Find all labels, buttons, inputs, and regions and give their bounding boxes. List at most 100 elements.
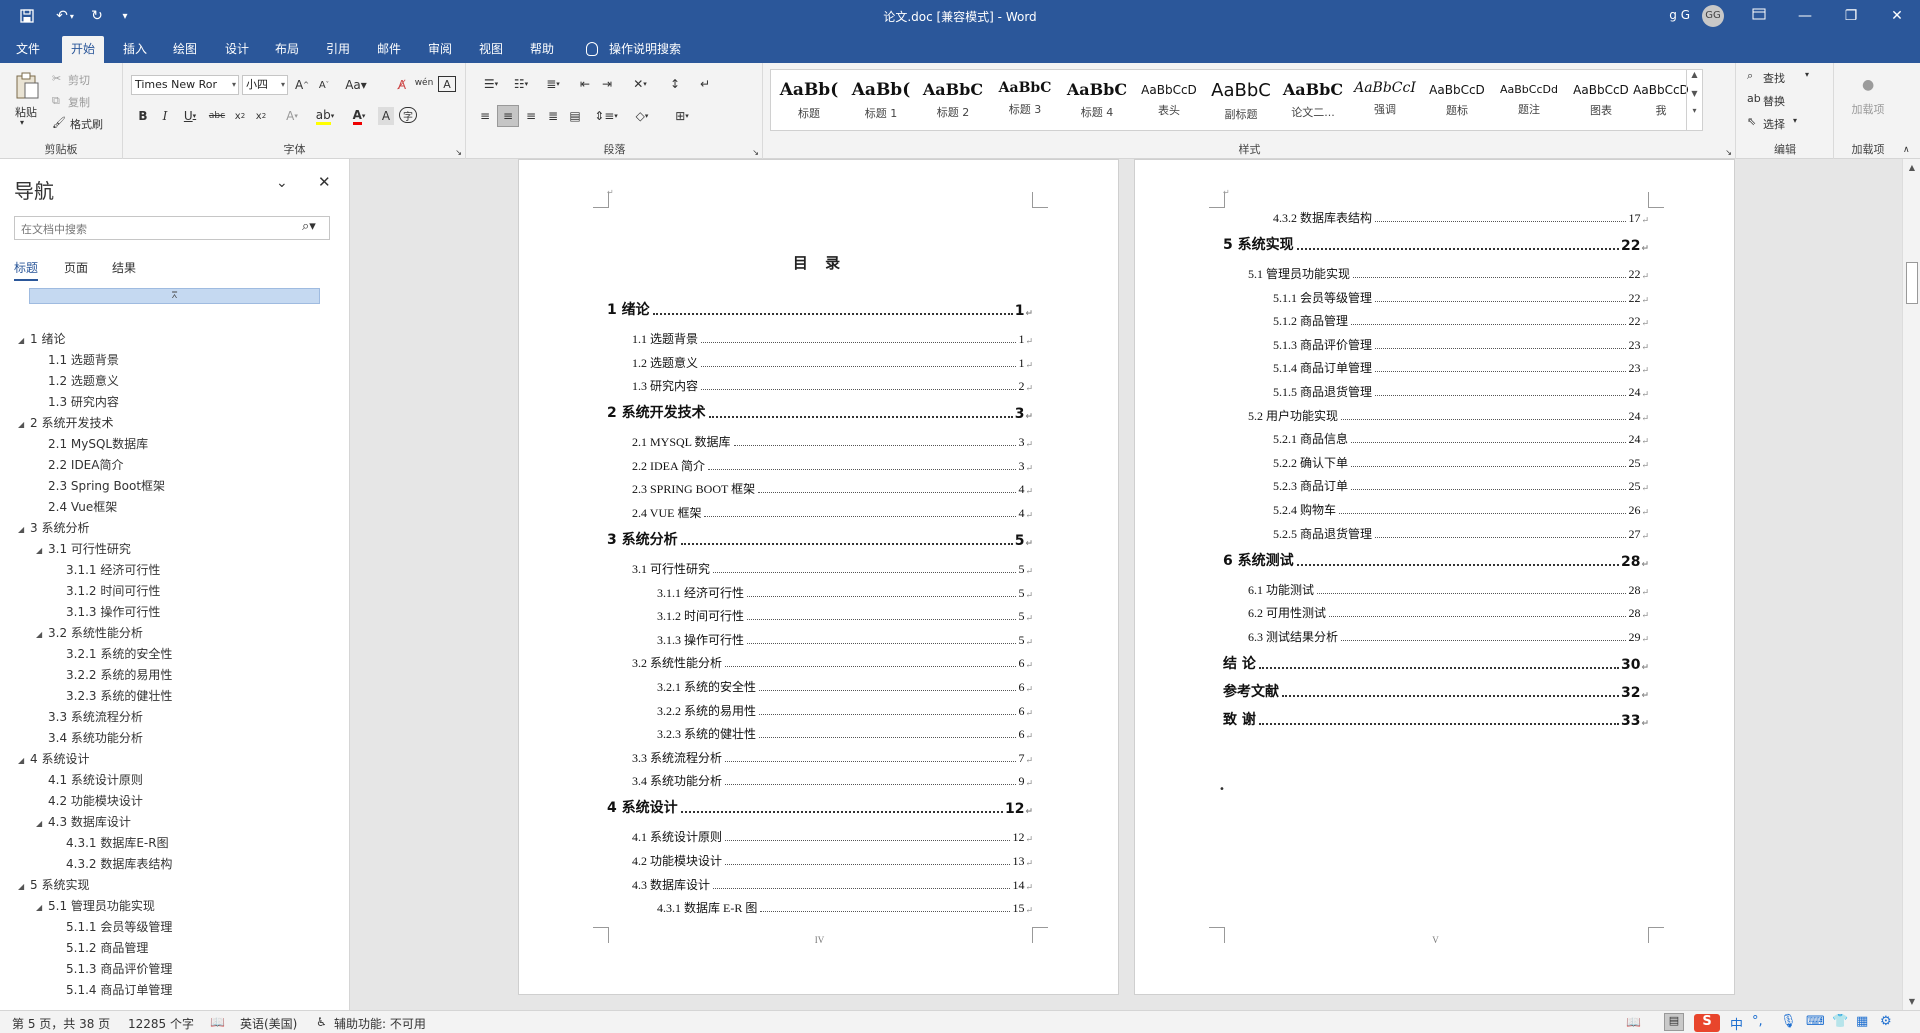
nav-heading-item[interactable]: 5.1.4 商品订单管理: [54, 981, 172, 998]
toolbox-icon[interactable]: ▦: [1856, 1014, 1868, 1029]
toc-entry[interactable]: 5 系统实现 22 ↵: [1223, 236, 1649, 254]
nav-heading-item[interactable]: 4.1 系统设计原则: [36, 771, 143, 788]
gallery-more-icon[interactable]: ▾: [1687, 106, 1702, 115]
expand-triangle-icon[interactable]: ◢: [18, 756, 30, 765]
nav-heading-item[interactable]: 3.1.3 操作可行性: [54, 603, 160, 620]
nav-heading-item[interactable]: 2.3 Spring Boot框架: [36, 477, 165, 494]
justify-icon[interactable]: ≣: [543, 107, 563, 125]
toc-entry[interactable]: 1.1 选题背景 1 ↵: [632, 329, 1033, 347]
ime-logo-icon[interactable]: S: [1694, 1014, 1720, 1032]
clear-format-icon[interactable]: A̸: [392, 76, 412, 94]
page-right[interactable]: ↵ 4.3.2 数据库表结构 17 ↵ 5 系统实现 22 ↵ 5.1 管理员功能实现 22 ↵…: [1134, 159, 1735, 995]
distributed-icon[interactable]: ▤: [565, 107, 585, 125]
toc-entry[interactable]: 5.1 管理员功能实现 22 ↵: [1248, 264, 1649, 282]
copy-icon[interactable]: ⧉: [52, 94, 60, 108]
style-item[interactable]: AaBbCcDd 题注: [1493, 72, 1565, 128]
sort-icon[interactable]: ↕: [665, 75, 685, 93]
toc-entry[interactable]: 6.3 测试结果分析 29 ↵: [1248, 627, 1649, 645]
nav-heading-item[interactable]: 4.3.2 数据库表结构: [54, 855, 172, 872]
nav-heading-item[interactable]: 4.2 功能模块设计: [36, 792, 143, 809]
nav-heading-item[interactable]: ◢ 3 系统分析: [18, 519, 89, 536]
nav-heading-item[interactable]: 1.1 选题背景: [36, 351, 119, 368]
scroll-thumb[interactable]: [1906, 262, 1918, 304]
nav-heading-item[interactable]: ◢ 3.2 系统性能分析: [36, 624, 143, 641]
ribbon-display-icon[interactable]: [1736, 0, 1782, 32]
collapse-ribbon-icon[interactable]: ∧: [1903, 145, 1910, 155]
style-item[interactable]: AaBbCcI 强调: [1349, 72, 1421, 128]
toc-entry[interactable]: 5.2 用户功能实现 24 ↵: [1248, 406, 1649, 424]
select-button[interactable]: 选择: [1763, 116, 1785, 132]
nav-heading-item[interactable]: 4.3.1 数据库E-R图: [54, 834, 169, 851]
nav-heading-item[interactable]: ◢ 2 系统开发技术: [18, 414, 113, 431]
tab-headings[interactable]: 标题: [14, 259, 39, 281]
style-item[interactable]: AaBbCcD 题标: [1421, 72, 1493, 128]
toc-entry[interactable]: 5.2.5 商品退货管理 27 ↵: [1273, 524, 1649, 542]
nav-heading-item[interactable]: ◢ 4.3 数据库设计: [36, 813, 131, 830]
expand-triangle-icon[interactable]: ◢: [18, 525, 30, 534]
toc-entry[interactable]: 3.3 系统流程分析 7 ↵: [632, 748, 1033, 766]
grow-font-icon[interactable]: A ^: [292, 76, 312, 94]
decrease-indent-icon[interactable]: ⇤: [575, 75, 595, 93]
toc-entry[interactable]: 5.1.2 商品管理 22 ↵: [1273, 311, 1649, 329]
replace-button[interactable]: 替换: [1763, 93, 1785, 109]
toc-entry[interactable]: 1.2 选题意义 1 ↵: [632, 353, 1033, 371]
tab-home[interactable]: 开始: [62, 36, 105, 63]
strikethrough-icon[interactable]: abc: [206, 107, 228, 125]
accessibility-icon[interactable]: ♿: [316, 1015, 327, 1029]
toc-entry[interactable]: 3 系统分析 5 ↵: [607, 531, 1033, 549]
addins-button[interactable]: 加载项: [1847, 103, 1889, 117]
nav-heading-item[interactable]: 3.2.1 系统的安全性: [54, 645, 172, 662]
toc-entry[interactable]: 结 论 30 ↵: [1223, 655, 1649, 673]
toc-entry[interactable]: 3.2 系统性能分析 6 ↵: [632, 653, 1033, 671]
cut-button[interactable]: 剪切: [68, 72, 90, 88]
expand-triangle-icon[interactable]: ◢: [36, 819, 48, 828]
chevron-down-icon[interactable]: ▼: [1687, 89, 1702, 98]
find-icon[interactable]: ⌕: [1747, 69, 1753, 83]
nav-heading-item[interactable]: 5.1.2 商品管理: [54, 939, 148, 956]
toc-entry[interactable]: 5.1.3 商品评价管理 23 ↵: [1273, 335, 1649, 353]
nav-heading-item[interactable]: 3.2.3 系统的健壮性: [54, 687, 172, 704]
phonetic-guide-icon[interactable]: wén: [414, 74, 434, 92]
avatar[interactable]: GG: [1702, 5, 1724, 27]
expand-triangle-icon[interactable]: ◢: [36, 630, 48, 639]
nav-heading-item[interactable]: 3.1.2 时间可行性: [54, 582, 160, 599]
character-shading-icon[interactable]: A: [378, 107, 394, 125]
toc-entry[interactable]: 3.2.2 系统的易用性 6 ↵: [657, 701, 1033, 719]
microphone-icon[interactable]: 🎙: [1780, 1014, 1797, 1029]
increase-indent-icon[interactable]: ⇥: [597, 75, 617, 93]
style-item[interactable]: AaBbC 标题 4: [1061, 72, 1133, 128]
word-count[interactable]: 12285 个字: [128, 1015, 194, 1032]
tell-me-search[interactable]: 操作说明搜索: [600, 36, 690, 63]
scroll-up-icon[interactable]: ▲: [1903, 163, 1920, 172]
toc-entry[interactable]: 3.1.2 时间可行性 5 ↵: [657, 606, 1033, 624]
toc-entry[interactable]: 3.4 系统功能分析 9 ↵: [632, 771, 1033, 789]
style-item[interactable]: AaBbCcD 表头: [1133, 72, 1205, 128]
toc-entry[interactable]: 5.2.3 商品订单 25 ↵: [1273, 476, 1649, 494]
subscript-icon[interactable]: x2: [231, 107, 249, 125]
style-item[interactable]: AaBb(标题: [773, 72, 845, 128]
select-icon[interactable]: ⇖: [1747, 115, 1756, 128]
scroll-down-icon[interactable]: ▼: [1903, 997, 1920, 1006]
bold-icon[interactable]: B: [135, 107, 151, 125]
bullets-icon[interactable]: ☰ ▾: [478, 75, 504, 93]
expand-triangle-icon[interactable]: ◢: [18, 420, 30, 429]
nav-heading-item[interactable]: 3.3 系统流程分析: [36, 708, 143, 725]
shrink-font-icon[interactable]: Aˇ: [314, 76, 334, 94]
toc-entry[interactable]: 3.1 可行性研究 5 ↵: [632, 559, 1033, 577]
character-border-icon[interactable]: A: [438, 76, 456, 92]
toc-entry[interactable]: 4.2 功能模块设计 13 ↵: [632, 851, 1033, 869]
vertical-scrollbar[interactable]: ▲ ▼: [1902, 159, 1920, 1010]
toc-entry[interactable]: 5.1.5 商品退货管理 24 ↵: [1273, 382, 1649, 400]
accessibility-status[interactable]: 辅助功能: 不可用: [334, 1015, 426, 1032]
underline-icon[interactable]: U ▾: [179, 107, 201, 125]
toc-entry[interactable]: 6.1 功能测试 28 ↵: [1248, 580, 1649, 598]
toc-entry[interactable]: 5.2.2 确认下单 25 ↵: [1273, 453, 1649, 471]
tab-layout[interactable]: 布局: [266, 36, 308, 63]
punctuation-icon[interactable]: °,: [1752, 1014, 1763, 1029]
change-case-icon[interactable]: Aa▾: [344, 76, 368, 94]
paste-button[interactable]: 粘贴: [15, 104, 37, 120]
nav-heading-item[interactable]: 5.1.3 商品评价管理: [54, 960, 172, 977]
expand-triangle-icon[interactable]: ◢: [36, 903, 48, 912]
toc-entry[interactable]: 4.3.1 数据库 E-R 图 15 ↵: [657, 898, 1033, 916]
toc-entry[interactable]: 2.1 MYSQL 数据库 3 ↵: [632, 432, 1033, 450]
